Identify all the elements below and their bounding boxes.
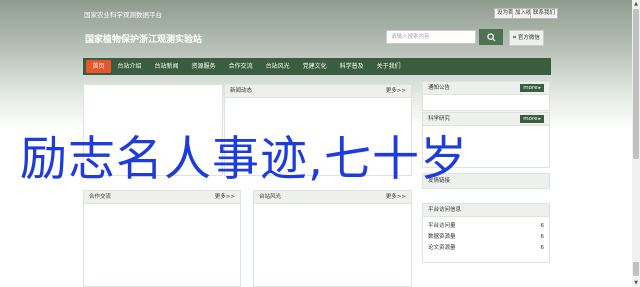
wechat-button[interactable]: ⌗ 官方微信: [509, 30, 544, 46]
nav-item-about-us[interactable]: 关于我们: [370, 60, 407, 73]
nav-item-station-news[interactable]: 台站新闻: [148, 60, 185, 73]
stat-value: 6: [540, 245, 545, 251]
search-button[interactable]: [479, 29, 503, 45]
wechat-label: 官方微信: [517, 35, 540, 41]
stats-panel: 平台访问信息 平台访问量 6 数据资源量 6 论文资源量 6: [422, 203, 550, 263]
cooperation-panel: 合作交流 更多>>: [83, 190, 241, 287]
stat-value: 6: [540, 234, 545, 240]
stats-panel-title: 平台访问信息: [428, 207, 462, 213]
chevron-right-icon: ▸: [538, 85, 541, 91]
scroll-up-icon[interactable]: ▲: [632, 0, 640, 8]
nav-item-about-station[interactable]: 台站介绍: [111, 60, 148, 73]
nav-item-party-culture[interactable]: 党建文化: [296, 60, 333, 73]
nav-item-cooperation[interactable]: 合作交流: [222, 60, 259, 73]
nav-item-scenery[interactable]: 台站风光: [259, 60, 296, 73]
page-scrollbar[interactable]: ▲ ▼: [632, 0, 640, 287]
stat-label: 平台访问量: [428, 223, 456, 229]
stat-row-visits: 平台访问量 6: [423, 221, 549, 232]
notice-more-button[interactable]: more ▸: [520, 84, 544, 92]
stat-value: 6: [540, 223, 545, 229]
notice-panel-title: 通知公告: [428, 85, 451, 91]
stat-label: 数据资源量: [428, 234, 456, 240]
nav-item-science-popularization[interactable]: 科学普及: [333, 60, 370, 73]
contact-us-link[interactable]: 联系我们: [530, 8, 559, 19]
main-nav: 首页 台站介绍 台站新闻 资源服务 合作交流 台站风光 党建文化 科学普及 关于…: [83, 58, 551, 75]
site-title: 国家植物保护浙江观测实验站: [85, 35, 203, 45]
notice-panel: 通知公告 more ▸: [422, 81, 550, 111]
nav-item-home[interactable]: 首页: [86, 60, 112, 73]
stat-row-data-resources: 数据资源量 6: [423, 232, 549, 243]
nav-item-resource-service[interactable]: 资源服务: [185, 60, 222, 73]
news-panel-title: 新闻动态: [230, 88, 253, 94]
topbar-site-name: 国家农业科学观测数据平台: [84, 11, 162, 19]
overlay-headline: 励志名人事迹,七十岁: [20, 132, 468, 187]
stat-label: 论文资源量: [428, 245, 456, 251]
scroll-down-icon[interactable]: ▼: [632, 279, 640, 287]
scroll-thumb[interactable]: [633, 9, 639, 159]
search-icon: [486, 32, 496, 42]
scroll-thumb-lower[interactable]: [633, 262, 639, 276]
news-more-link[interactable]: 更多>>: [386, 85, 406, 97]
notice-more-label: more: [523, 85, 538, 91]
wechat-icon: ⌗: [513, 35, 517, 41]
search-input[interactable]: 请输入搜索内容: [386, 30, 476, 44]
scenery-panel: 台站风光 更多>>: [253, 190, 412, 287]
stat-row-paper-resources: 论文资源量 6: [423, 243, 549, 254]
